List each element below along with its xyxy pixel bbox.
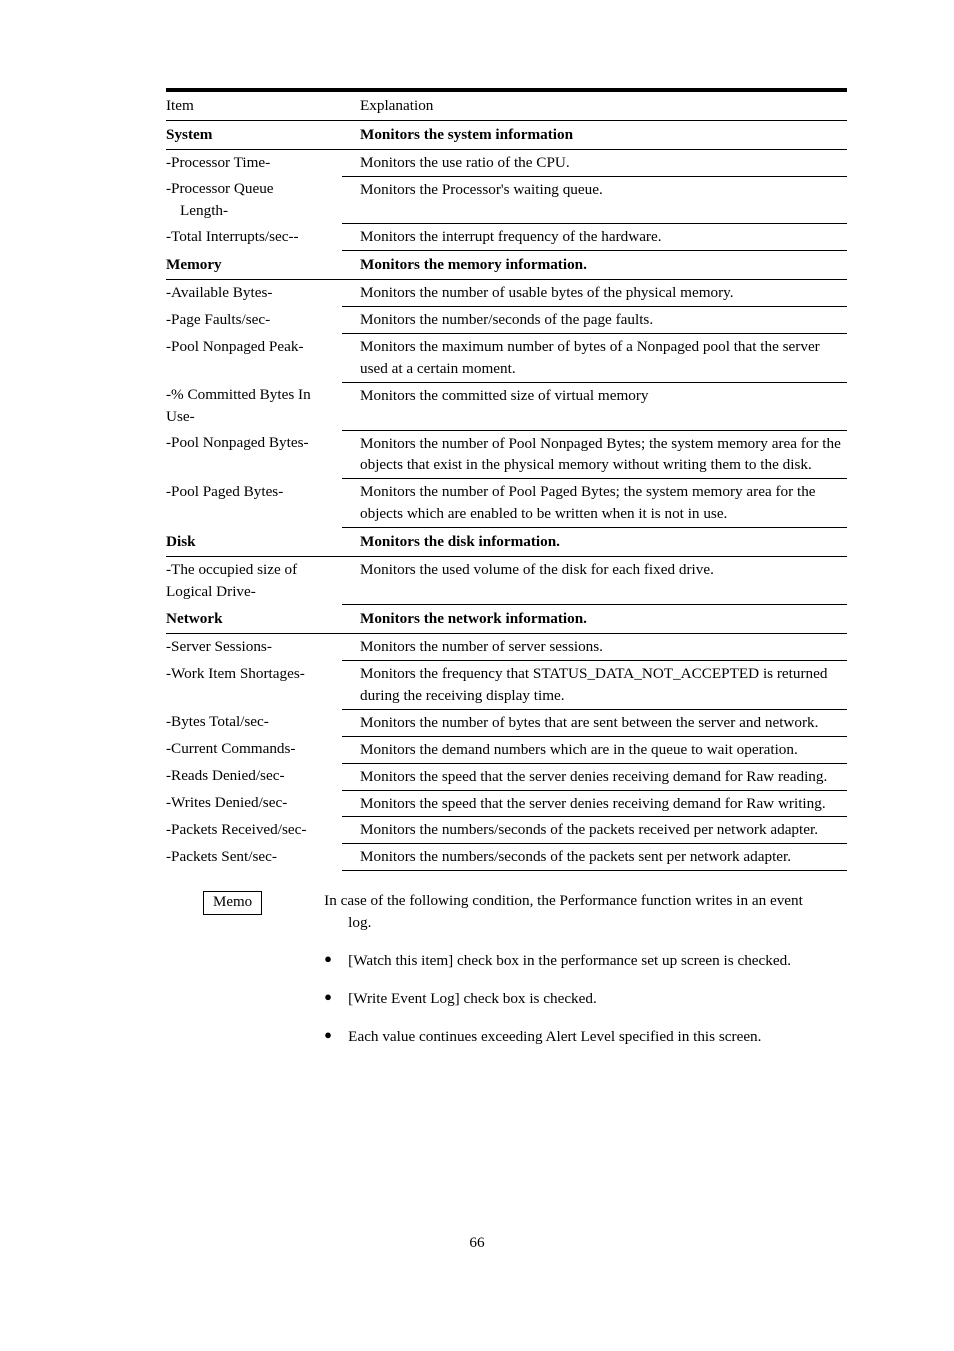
table-section-row: Network Monitors the network information. bbox=[166, 604, 847, 635]
cell-item: -Writes Denied/sec- bbox=[166, 794, 288, 812]
cell-item-line1: -% Committed Bytes In bbox=[166, 386, 311, 404]
memo-intro-line1: In case of the following condition, the … bbox=[324, 892, 803, 909]
cell-item-line2: Length- bbox=[180, 202, 229, 220]
memo-block: Memo In case of the following condition,… bbox=[203, 890, 853, 1048]
table-row: -Page Faults/sec- Monitors the number/sec… bbox=[166, 306, 847, 335]
table-row: -Processor Queue Length- Monitors the Proc… bbox=[166, 176, 847, 225]
cell-explanation: Monitors the speed that the server denie… bbox=[342, 763, 847, 791]
cell-explanation: Monitors the number of Pool Nonpaged Byt… bbox=[342, 430, 847, 480]
cell-item: -Current Commands- bbox=[166, 740, 296, 758]
cell-item: -Pool Paged Bytes- bbox=[166, 482, 284, 500]
table-section-row: Memory Monitors the memory information. bbox=[166, 250, 847, 281]
cell-item: System bbox=[166, 120, 342, 150]
column-header-item: Item bbox=[166, 87, 342, 121]
column-header-explanation: Explanation bbox=[342, 87, 847, 121]
cell-explanation: Monitors the used volume of the disk for… bbox=[342, 556, 847, 606]
cell-item: Memory bbox=[166, 250, 342, 281]
table-body: Item Explanation System Monitors the syst… bbox=[166, 87, 847, 872]
cell-explanation: Monitors the demand numbers which are in… bbox=[342, 736, 847, 764]
table-row: -% Committed Bytes In Use- Monitors the co… bbox=[166, 382, 847, 431]
memo-bullet-text: [Watch this item] check box in the perfo… bbox=[348, 952, 792, 970]
cell-explanation: Monitors the number of server sessions. bbox=[342, 633, 847, 662]
cell-item: -Packets Received/sec- bbox=[166, 820, 307, 838]
table-row: -Writes Denied/sec- Monitors the speed th… bbox=[166, 790, 847, 818]
table-header-row: Item Explanation bbox=[166, 87, 847, 121]
cell-explanation: Monitors the number of usable bytes of t… bbox=[342, 279, 847, 308]
cell-item-line2: Logical Drive- bbox=[166, 582, 256, 600]
cell-explanation: Monitors the numbers/seconds of the pack… bbox=[342, 843, 847, 872]
cell-explanation: Monitors the Processor's waiting queue. bbox=[342, 176, 847, 225]
table-row: -Packets Sent/sec- Monitors the numbers/s… bbox=[166, 843, 847, 872]
cell-item: -Processor Queue Length- bbox=[166, 176, 342, 224]
cell-item: Network bbox=[166, 604, 342, 635]
cell-item: -Work Item Shortages- bbox=[166, 664, 305, 682]
bullet-dot-icon: ● bbox=[324, 1026, 333, 1042]
cell-explanation: Monitors the disk information. bbox=[342, 527, 847, 558]
cell-item: -Pool Nonpaged Bytes- bbox=[166, 434, 309, 452]
cell-item: -The occupied size of Logical Drive- bbox=[166, 557, 342, 605]
cell-item-line2: Use- bbox=[166, 408, 195, 426]
cell-item: -Packets Sent/sec- bbox=[166, 847, 277, 865]
memo-intro-line2: log. bbox=[348, 914, 372, 932]
memo-bullet-text: [Write Event Log] check box is checked. bbox=[348, 990, 597, 1008]
cell-item: -Available Bytes- bbox=[166, 284, 273, 302]
cell-explanation: Monitors the system information bbox=[342, 120, 847, 150]
cell-item: -Pool Nonpaged Peak- bbox=[166, 337, 304, 355]
table-row: -Reads Denied/sec- Monitors the speed tha… bbox=[166, 763, 847, 791]
cell-explanation: Monitors the speed that the server denie… bbox=[342, 790, 847, 818]
memo-body: In case of the following condition, the … bbox=[324, 890, 853, 1048]
cell-explanation: Monitors the committed size of virtual m… bbox=[342, 382, 847, 431]
cell-explanation: Monitors the maximum number of bytes of … bbox=[342, 333, 847, 383]
cell-explanation: Monitors the network information. bbox=[342, 604, 847, 635]
table-row: -Total Interrupts/sec-- Monitors the inte… bbox=[166, 223, 847, 252]
memo-bullet-item: ● [Write Event Log] check box is checked. bbox=[324, 988, 853, 1010]
cell-explanation: Monitors the number of Pool Paged Bytes;… bbox=[342, 478, 847, 529]
cell-item: -Bytes Total/sec- bbox=[166, 713, 269, 731]
table-row: -Pool Paged Bytes- Monitors the number of… bbox=[166, 478, 847, 529]
cell-item: -% Committed Bytes In Use- bbox=[166, 382, 342, 430]
cell-explanation: Monitors the frequency that STATUS_DATA_… bbox=[342, 660, 847, 710]
memo-bullet-text: Each value continues exceeding Alert Lev… bbox=[348, 1028, 762, 1046]
table-row: -Packets Received/sec- Monitors the numbe… bbox=[166, 816, 847, 845]
cell-item: Disk bbox=[166, 527, 342, 558]
cell-item: -Server Sessions- bbox=[166, 638, 272, 656]
page-number: 66 bbox=[469, 1234, 485, 1251]
table-row: -The occupied size of Logical Drive- Monit… bbox=[166, 556, 847, 606]
table-row: -Current Commands- Monitors the demand nu… bbox=[166, 736, 847, 764]
cell-item-line1: -The occupied size of bbox=[166, 561, 298, 579]
document-page: Item Explanation System Monitors the syst… bbox=[0, 0, 954, 1351]
cell-item: -Reads Denied/sec- bbox=[166, 767, 285, 785]
cell-item-line1: -Processor Queue bbox=[166, 180, 274, 198]
table-row: -Available Bytes- Monitors the number of … bbox=[166, 279, 847, 308]
memo-bullet-list: ● [Watch this item] check box in the perf… bbox=[324, 950, 853, 1048]
cell-explanation: Monitors the number of bytes that are se… bbox=[342, 709, 847, 737]
cell-explanation: Monitors the number/seconds of the page … bbox=[342, 306, 847, 335]
memo-intro-paragraph: In case of the following condition, the … bbox=[324, 890, 853, 934]
table-section-row: Disk Monitors the disk information. bbox=[166, 527, 847, 558]
cell-explanation: Monitors the memory information. bbox=[342, 250, 847, 281]
performance-items-table: Item Explanation System Monitors the syst… bbox=[166, 87, 847, 872]
cell-explanation: Monitors the use ratio of the CPU. bbox=[342, 149, 847, 177]
cell-explanation: Monitors the interrupt frequency of the … bbox=[342, 223, 847, 252]
memo-bullet-item: ● Each value continues exceeding Alert Le… bbox=[324, 1026, 853, 1048]
cell-item: -Total Interrupts/sec-- bbox=[166, 227, 299, 245]
cell-explanation: Monitors the numbers/seconds of the pack… bbox=[342, 816, 847, 845]
memo-row: Memo In case of the following condition,… bbox=[203, 890, 853, 1048]
memo-label-box: Memo bbox=[203, 891, 263, 915]
bullet-dot-icon: ● bbox=[324, 950, 333, 966]
memo-bullet-item: ● [Watch this item] check box in the perf… bbox=[324, 950, 853, 972]
cell-item: -Processor Time- bbox=[166, 153, 271, 171]
table-section-row: System Monitors the system information bbox=[166, 120, 847, 150]
cell-item: -Page Faults/sec- bbox=[166, 310, 271, 328]
table-row: -Server Sessions- Monitors the number of … bbox=[166, 633, 847, 662]
bullet-dot-icon: ● bbox=[324, 988, 333, 1004]
table-row: -Bytes Total/sec- Monitors the number of … bbox=[166, 709, 847, 737]
table-row: -Pool Nonpaged Bytes- Monitors the number… bbox=[166, 430, 847, 480]
table-row: -Work Item Shortages- Monitors the freque… bbox=[166, 660, 847, 710]
table-row: -Pool Nonpaged Peak- Monitors the maximum… bbox=[166, 333, 847, 383]
table-row: -Processor Time- Monitors the use ratio o… bbox=[166, 149, 847, 177]
